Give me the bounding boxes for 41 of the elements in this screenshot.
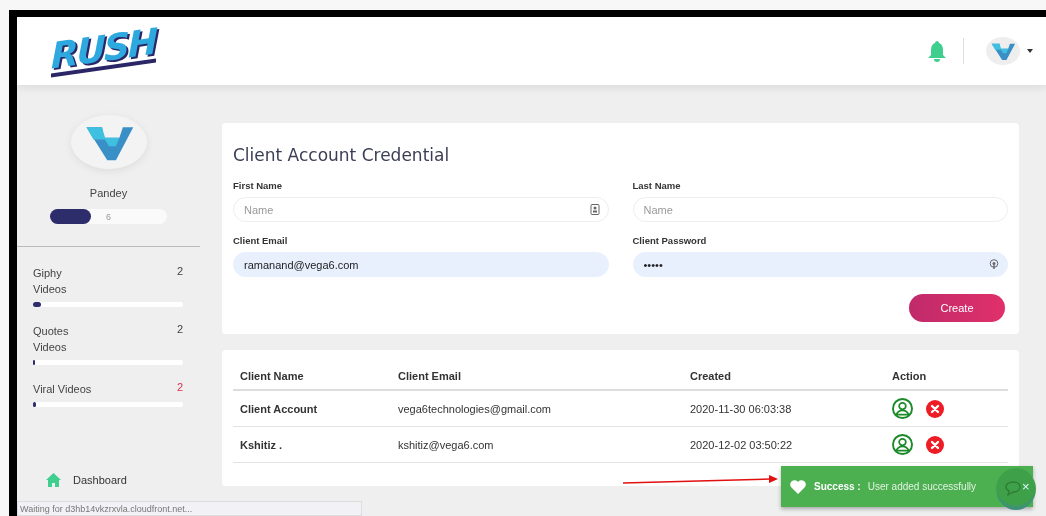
field-label: Client Password: [632, 235, 708, 246]
profile-name: Pandey: [89, 187, 128, 199]
progress-count: 6: [106, 211, 111, 222]
toast-title: Success :: [814, 481, 861, 492]
input-field[interactable]: Name: [632, 197, 1008, 222]
column-header: Action: [892, 369, 928, 382]
delete-icon[interactable]: [926, 435, 944, 454]
table-cell-text: kshitiz@vega6.com: [398, 438, 495, 451]
toast-message: User added successfully: [867, 481, 977, 492]
table-cell-text: 2020-11-30 06:03:38: [690, 402, 793, 415]
stat-count: 2: [176, 381, 183, 393]
input-field[interactable]: Name: [233, 197, 609, 222]
status-text: Waiting for d3hb14vkzrxvla.cloudfront.net...: [20, 504, 193, 514]
input-field[interactable]: •••••: [632, 252, 1008, 277]
create-button[interactable]: Create: [909, 294, 1005, 322]
stat-label: Viral Videos: [33, 382, 93, 397]
column-header: Client Email: [398, 369, 462, 382]
stat-label: Quotes Videos: [33, 324, 70, 355]
user-icon[interactable]: [892, 398, 913, 419]
input-field[interactable]: ramanand@vega6.com: [233, 252, 609, 277]
table-cell-text: vega6technologies@gmail.com: [398, 402, 553, 415]
table-cell-text: Client Account: [240, 402, 319, 415]
stat-count: 2: [176, 265, 183, 277]
user-avatar[interactable]: [986, 37, 1020, 65]
field-label: Last Name: [632, 180, 682, 191]
user-icon[interactable]: [892, 434, 913, 455]
stat-count: 2: [176, 323, 183, 335]
dashboard-link[interactable]: Dashboard: [73, 474, 127, 486]
heart-icon: [789, 478, 807, 495]
table-cell-text: 2020-12-02 03:50:22: [690, 438, 794, 451]
caret-icon[interactable]: [1026, 48, 1034, 54]
stat-label: Giphy Videos: [33, 266, 68, 297]
column-header: Created: [690, 369, 732, 382]
field-label: Client Email: [233, 235, 289, 246]
contact-card-icon[interactable]: [589, 204, 600, 215]
column-header: Client Name: [240, 369, 305, 382]
delete-icon[interactable]: [926, 399, 944, 418]
key-icon[interactable]: [989, 259, 999, 270]
field-label: First Name: [233, 180, 284, 191]
table-cell-text: Kshitiz .: [240, 438, 284, 451]
form-title: Client Account Credential: [233, 145, 451, 165]
